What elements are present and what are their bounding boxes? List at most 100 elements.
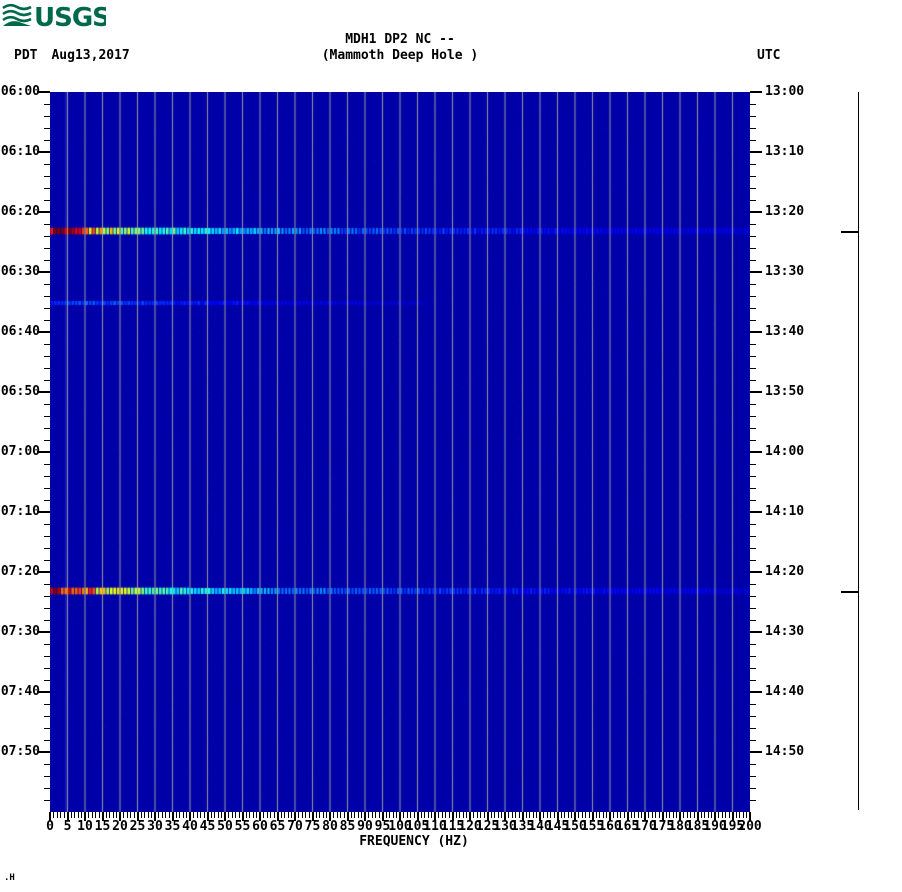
- x-minor-tick: [634, 812, 635, 818]
- y-left-tick-label: 07:10: [0, 504, 40, 519]
- y-right-minor-tick: [750, 728, 756, 729]
- x-minor-tick: [655, 812, 656, 818]
- x-tick-label: 90: [357, 819, 373, 834]
- y-right-minor-tick: [750, 644, 756, 645]
- y-right-minor-tick: [750, 536, 756, 537]
- x-minor-tick: [371, 812, 373, 818]
- x-minor-tick: [270, 812, 271, 818]
- y-right-minor-tick: [750, 404, 756, 405]
- x-minor-tick: [445, 812, 446, 818]
- x-minor-tick: [560, 812, 562, 818]
- x-minor-tick: [368, 812, 369, 818]
- x-minor-tick: [728, 812, 730, 818]
- x-minor-tick: [525, 812, 527, 818]
- x-minor-tick: [648, 812, 649, 818]
- y-left-tick-label: 06:10: [0, 144, 40, 159]
- x-minor-tick: [641, 812, 642, 818]
- x-minor-tick: [406, 812, 408, 818]
- y-left-minor-tick: [44, 668, 50, 669]
- x-minor-tick: [140, 812, 142, 818]
- y-left-minor-tick: [44, 548, 50, 549]
- y-left-minor-tick: [44, 128, 50, 129]
- y-right-minor-tick: [750, 344, 756, 345]
- x-minor-tick: [126, 812, 128, 818]
- x-minor-tick: [161, 812, 163, 818]
- y-right-minor-tick: [750, 800, 756, 801]
- x-minor-tick: [455, 812, 457, 818]
- x-minor-tick: [284, 812, 285, 818]
- x-minor-tick: [571, 812, 572, 818]
- y-left-minor-tick: [44, 440, 50, 441]
- x-minor-tick: [60, 812, 61, 818]
- amplitude-scale-bar: [858, 92, 859, 810]
- y-right-minor-tick: [750, 476, 756, 477]
- y-right-minor-tick: [750, 320, 756, 321]
- x-minor-tick: [70, 812, 72, 818]
- x-minor-tick: [511, 812, 513, 818]
- x-minor-tick: [238, 812, 240, 818]
- x-axis-title: FREQUENCY (HZ): [359, 834, 469, 849]
- y-right-minor-tick: [750, 104, 756, 105]
- x-tick-label: 65: [269, 819, 286, 834]
- x-minor-tick: [116, 812, 117, 818]
- x-tick-label: 80: [322, 819, 338, 834]
- x-tick-label: 40: [182, 819, 198, 834]
- y-right-minor-tick: [750, 464, 756, 465]
- x-minor-tick: [403, 812, 404, 818]
- y-right-minor-tick: [750, 416, 756, 417]
- y-right-minor-tick: [750, 608, 756, 609]
- x-minor-tick: [490, 812, 492, 818]
- x-minor-tick: [518, 812, 520, 818]
- x-minor-tick: [245, 812, 247, 818]
- x-minor-tick: [707, 812, 709, 818]
- x-minor-tick: [221, 812, 222, 818]
- x-minor-tick: [553, 812, 555, 818]
- x-minor-tick: [623, 812, 625, 818]
- x-minor-tick: [214, 812, 215, 818]
- usgs-logo: USGS: [2, 3, 106, 30]
- x-minor-tick: [599, 812, 600, 818]
- x-minor-tick: [459, 812, 460, 818]
- y-right-tick-label: 13:00: [765, 84, 805, 99]
- x-minor-tick: [711, 812, 712, 818]
- x-minor-tick: [193, 812, 194, 818]
- x-minor-tick: [595, 812, 597, 818]
- x-minor-tick: [431, 812, 432, 818]
- x-minor-tick: [385, 812, 387, 818]
- x-minor-tick: [637, 812, 639, 818]
- x-minor-tick: [515, 812, 516, 818]
- x-minor-tick: [298, 812, 299, 818]
- x-tick-label: 45: [199, 819, 216, 834]
- y-right-minor-tick: [750, 176, 756, 177]
- y-right-minor-tick: [750, 764, 756, 765]
- x-minor-tick: [235, 812, 236, 818]
- y-left-minor-tick: [44, 800, 50, 801]
- x-minor-tick: [256, 812, 257, 818]
- usgs-wave-icon: [2, 3, 32, 23]
- x-minor-tick: [63, 812, 65, 818]
- y-right-minor-tick: [750, 680, 756, 681]
- x-minor-tick: [567, 812, 569, 818]
- x-minor-tick: [147, 812, 149, 818]
- y-right-minor-tick: [750, 776, 756, 777]
- x-tick-label: 5: [63, 819, 72, 834]
- y-right-minor-tick: [750, 440, 756, 441]
- x-minor-tick: [375, 812, 376, 818]
- x-tick-label: 25: [129, 819, 146, 834]
- left-timezone-row: PDT Aug13,2017: [14, 49, 130, 62]
- x-minor-tick: [144, 812, 145, 818]
- x-minor-tick: [231, 812, 233, 818]
- y-right-minor-tick: [750, 260, 756, 261]
- y-left-minor-tick: [44, 260, 50, 261]
- y-right-minor-tick: [750, 740, 756, 741]
- x-minor-tick: [536, 812, 537, 818]
- y-left-tick-label: 06:50: [0, 384, 40, 399]
- date-label: Aug13,2017: [51, 48, 130, 63]
- y-left-minor-tick: [44, 500, 50, 501]
- y-left-minor-tick: [44, 488, 50, 489]
- x-minor-tick: [280, 812, 282, 818]
- y-right-minor-tick: [750, 128, 756, 129]
- y-right-minor-tick: [750, 656, 756, 657]
- x-tick-label: 55: [234, 819, 251, 834]
- x-minor-tick: [669, 812, 670, 818]
